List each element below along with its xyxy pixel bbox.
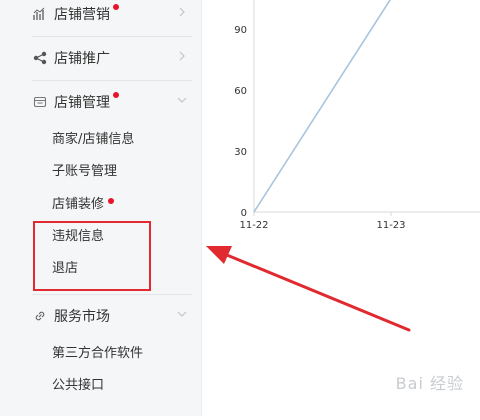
watermark: Bai 经验 (395, 374, 464, 393)
annotation-arrow (206, 246, 411, 332)
